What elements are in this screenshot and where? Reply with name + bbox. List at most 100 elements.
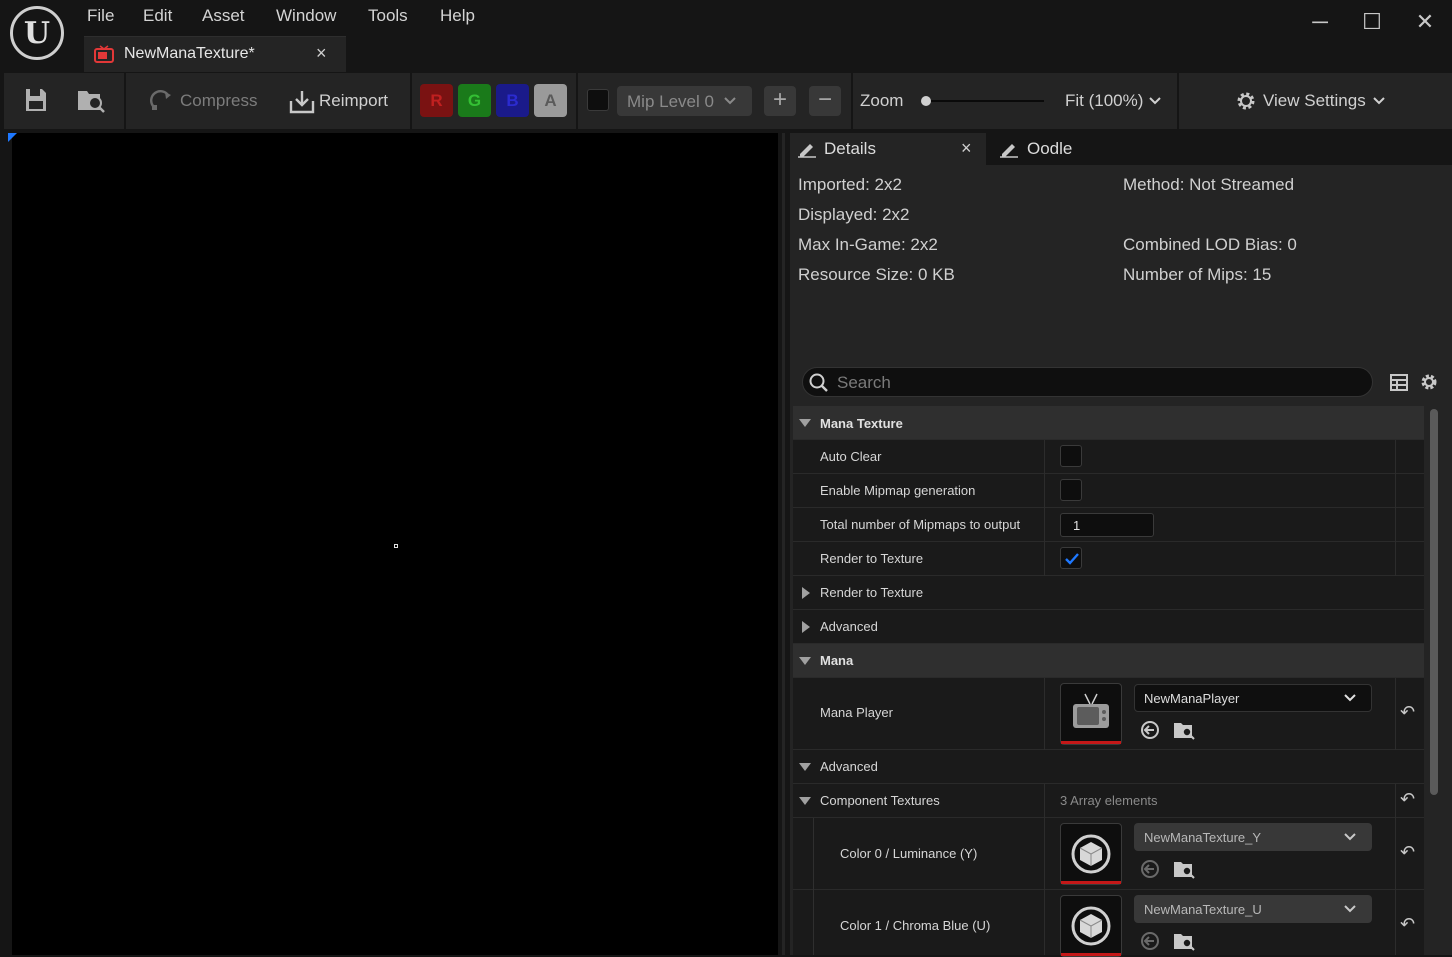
chevron-down-icon	[1344, 694, 1356, 702]
total-mipmaps-value: 1	[1073, 518, 1081, 533]
unreal-logo-icon[interactable]: U	[10, 6, 64, 60]
property-row: Enable Mipmap generation	[793, 474, 1424, 508]
save-icon[interactable]	[24, 87, 48, 113]
edit-icon	[1000, 144, 1018, 158]
total-mipmaps-input[interactable]: 1	[1060, 513, 1154, 537]
column-divider	[1395, 542, 1396, 576]
property-label: Color 1 / Chroma Blue (U)	[840, 918, 991, 933]
browse-asset-icon[interactable]	[1173, 720, 1195, 740]
tab-details[interactable]: Details ×	[790, 133, 986, 165]
property-row-array[interactable]: Component Textures 3 Array elements ↶	[793, 784, 1424, 818]
details-scrollbar[interactable]	[1430, 409, 1438, 795]
reset-to-default-icon[interactable]: ↶	[1400, 842, 1415, 863]
table-view-icon[interactable]	[1390, 374, 1408, 391]
category-mana[interactable]: Mana	[793, 644, 1424, 678]
mip-level-checkbox[interactable]	[587, 89, 609, 111]
indent-guide	[813, 890, 814, 955]
info-num-mips: Number of Mips: 15	[1123, 265, 1272, 284]
info-resource-size: Resource Size: 0 KB	[798, 265, 955, 284]
gear-icon[interactable]	[1419, 372, 1439, 392]
zoom-label: Zoom	[860, 91, 904, 110]
reset-to-default-icon[interactable]: ↶	[1400, 914, 1415, 935]
column-divider	[1395, 818, 1396, 890]
menu-window[interactable]: Window	[276, 6, 336, 26]
use-selected-icon[interactable]	[1140, 931, 1160, 951]
texture-y-value: NewManaTexture_Y	[1144, 830, 1262, 845]
channel-g-toggle[interactable]: G	[458, 84, 491, 117]
compress-icon	[150, 90, 171, 110]
texture-u-dropdown[interactable]: NewManaTexture_U	[1134, 895, 1372, 923]
compress-button[interactable]: Compress	[180, 91, 257, 111]
minimize-button[interactable]: ─	[1305, 8, 1335, 36]
texture-cube-icon	[1071, 834, 1111, 874]
menu-tools[interactable]: Tools	[368, 6, 408, 26]
gear-icon	[1237, 92, 1255, 110]
maximize-button[interactable]: ☐	[1357, 8, 1387, 36]
use-selected-icon[interactable]	[1140, 720, 1160, 740]
column-divider	[1044, 440, 1045, 474]
texture-thumbnail[interactable]	[1060, 895, 1122, 957]
channel-r-toggle[interactable]: R	[420, 84, 453, 117]
browse-asset-icon[interactable]	[1173, 859, 1195, 879]
expand-arrow-icon	[799, 419, 811, 427]
search-icon	[809, 373, 828, 392]
zoom-slider[interactable]	[924, 100, 1044, 102]
group-render-to-texture[interactable]: Render to Texture	[793, 576, 1424, 610]
enable-mipmap-checkbox[interactable]	[1060, 479, 1082, 501]
info-imported: Imported: 2x2	[798, 175, 902, 194]
asset-type-bar	[1061, 741, 1121, 744]
zoom-fit-dropdown[interactable]: Fit (100%)	[1065, 91, 1143, 111]
mip-level-dropdown[interactable]: Mip Level 0	[617, 86, 752, 116]
browse-asset-icon[interactable]	[76, 85, 106, 115]
menu-edit[interactable]: Edit	[143, 6, 172, 26]
details-search-input[interactable]: Search	[802, 367, 1373, 397]
zoom-slider-handle[interactable]	[921, 96, 931, 106]
group-advanced-mana[interactable]: Advanced	[793, 750, 1424, 784]
column-divider	[1044, 784, 1045, 818]
channel-b-toggle[interactable]: B	[496, 84, 529, 117]
column-divider	[1044, 508, 1045, 542]
texture-viewport[interactable]	[12, 133, 778, 955]
view-settings-button[interactable]: View Settings	[1263, 91, 1366, 111]
column-divider	[1044, 474, 1045, 508]
reset-to-default-icon[interactable]: ↶	[1400, 702, 1415, 723]
tab-oodle[interactable]: Oodle	[990, 133, 1190, 165]
property-label: Enable Mipmap generation	[820, 483, 976, 498]
mana-player-thumbnail[interactable]	[1060, 683, 1122, 745]
group-advanced[interactable]: Advanced	[793, 610, 1424, 644]
column-divider	[1044, 678, 1045, 750]
column-divider	[1395, 678, 1396, 750]
tab-close-icon[interactable]: ×	[961, 138, 972, 159]
menu-help[interactable]: Help	[440, 6, 475, 26]
chevron-down-icon	[724, 97, 736, 105]
asset-tab[interactable]: NewManaTexture* ×	[84, 36, 346, 72]
render-to-texture-checkbox[interactable]	[1060, 547, 1082, 569]
column-divider	[1044, 542, 1045, 576]
property-row: Render to Texture	[793, 542, 1424, 576]
tab-oodle-label: Oodle	[1027, 139, 1073, 158]
column-divider	[1395, 784, 1396, 818]
category-mana-texture[interactable]: Mana Texture	[793, 406, 1424, 440]
menu-asset[interactable]: Asset	[202, 6, 245, 26]
auto-clear-checkbox[interactable]	[1060, 445, 1082, 467]
mip-increase-button[interactable]: +	[764, 86, 796, 116]
menu-file[interactable]: File	[87, 6, 114, 26]
details-panel: Details × Oodle Imported: 2x2 Displayed:…	[790, 133, 1452, 957]
reset-to-default-icon[interactable]: ↶	[1400, 789, 1415, 810]
mip-decrease-button[interactable]: −	[809, 86, 841, 116]
column-divider	[1044, 890, 1045, 955]
texture-y-dropdown[interactable]: NewManaTexture_Y	[1134, 823, 1372, 851]
tab-close-icon[interactable]: ×	[316, 43, 327, 64]
reimport-button[interactable]: Reimport	[319, 91, 388, 111]
channel-a-toggle[interactable]: A	[534, 84, 567, 117]
texture-thumbnail[interactable]	[1060, 823, 1122, 885]
close-window-button[interactable]: ✕	[1410, 8, 1440, 36]
toolbar-separator	[576, 73, 578, 129]
toolbar-separator	[124, 73, 126, 129]
mana-player-dropdown[interactable]: NewManaPlayer	[1134, 684, 1372, 712]
mip-level-value: Mip Level 0	[627, 92, 714, 111]
property-label: Color 0 / Luminance (Y)	[840, 846, 978, 861]
use-selected-icon[interactable]	[1140, 859, 1160, 879]
browse-asset-icon[interactable]	[1173, 931, 1195, 951]
texture-cube-icon	[1071, 906, 1111, 946]
